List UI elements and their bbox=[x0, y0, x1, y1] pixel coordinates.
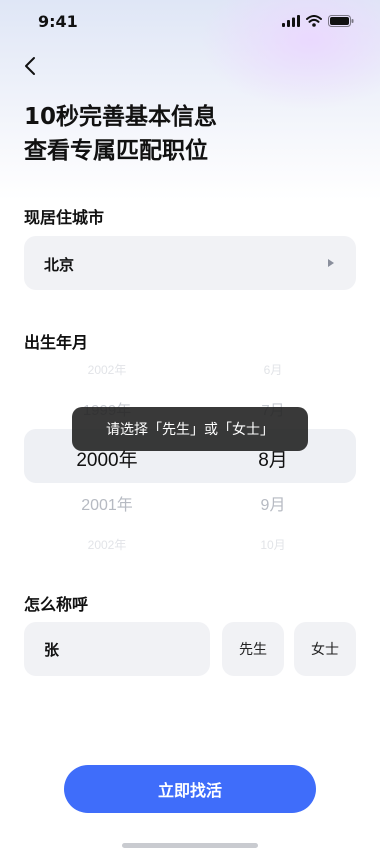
year-wheel[interactable]: 2002年 1999年 2000年 2001年 2002年 bbox=[24, 355, 190, 565]
month-option[interactable]: 6月 bbox=[190, 361, 356, 378]
page-title-line2: 查看专属匹配职位 bbox=[24, 138, 208, 164]
city-value: 北京 bbox=[44, 256, 75, 274]
battery-icon bbox=[328, 15, 354, 27]
back-button[interactable] bbox=[18, 54, 42, 78]
page-title: 10秒完善基本信息 查看专属匹配职位 bbox=[24, 100, 217, 168]
toast-message: 请选择「先生」或「女士」 bbox=[72, 407, 308, 451]
find-work-button[interactable]: 立即找活 bbox=[64, 765, 316, 813]
month-option[interactable]: 9月 bbox=[190, 491, 356, 515]
birth-label: 出生年月 bbox=[24, 333, 89, 352]
wifi-icon bbox=[306, 15, 322, 27]
month-option[interactable]: 10月 bbox=[190, 536, 356, 553]
surname-input[interactable] bbox=[24, 622, 210, 676]
gender-mr-button[interactable]: 先生 bbox=[222, 622, 284, 676]
chevron-left-icon bbox=[25, 57, 35, 75]
gender-ms-button[interactable]: 女士 bbox=[294, 622, 356, 676]
status-bar: 9:41 bbox=[0, 0, 380, 44]
status-icons bbox=[282, 15, 354, 27]
year-option[interactable]: 2002年 bbox=[24, 536, 190, 553]
signal-icon bbox=[282, 15, 300, 27]
home-indicator bbox=[122, 843, 258, 848]
name-label: 怎么称呼 bbox=[24, 595, 89, 614]
year-option[interactable]: 2001年 bbox=[24, 491, 190, 515]
year-option[interactable]: 2002年 bbox=[24, 361, 190, 378]
city-label: 现居住城市 bbox=[24, 208, 105, 227]
month-wheel[interactable]: 6月 7月 8月 9月 10月 bbox=[190, 355, 356, 565]
birth-date-picker[interactable]: 2002年 1999年 2000年 2001年 2002年 6月 7月 8月 9… bbox=[24, 355, 356, 565]
chevron-right-icon bbox=[328, 259, 334, 267]
page-title-line1: 10秒完善基本信息 bbox=[24, 104, 218, 130]
city-select[interactable]: 北京 bbox=[24, 236, 356, 290]
status-time: 9:41 bbox=[38, 12, 78, 31]
app-screen: 9:41 10秒完善基本信息 查看专属匹配职位 现居住城市 北京 出生年月 20… bbox=[0, 0, 380, 858]
